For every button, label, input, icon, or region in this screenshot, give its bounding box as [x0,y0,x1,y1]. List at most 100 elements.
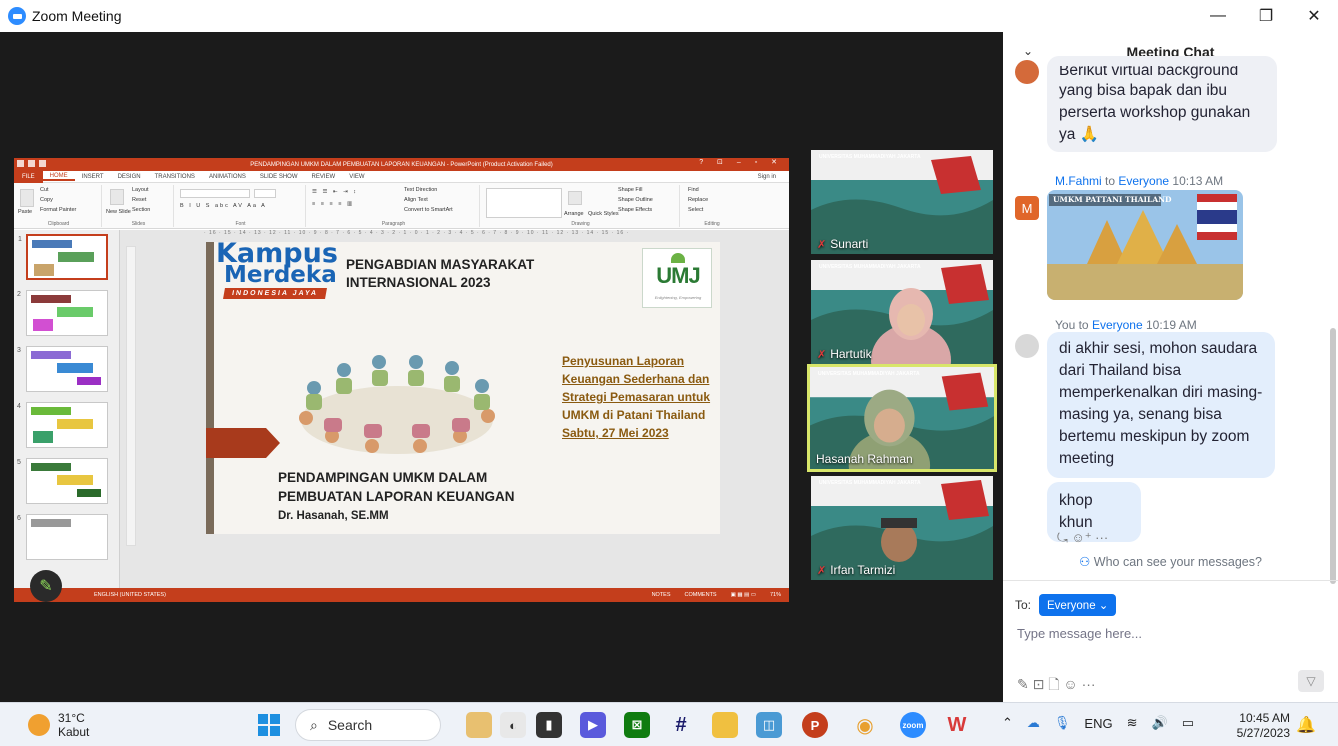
list-icons[interactable]: ☰ ☰ ⇤ ⇥ ↕ [312,189,358,195]
format-painter-button[interactable]: Format Painter [40,207,76,213]
photos-icon[interactable]: ◫ [756,712,782,738]
text-direction-button[interactable]: Text Direction [404,187,437,193]
arrange-icon[interactable] [568,191,582,205]
clock[interactable]: 10:45 AM 5/27/2023 [1226,711,1290,741]
minimize-button[interactable]: — [1194,0,1242,32]
cut-button[interactable]: Cut [40,187,49,193]
slide-thumbnail[interactable]: 3 [17,346,108,392]
chat-message[interactable]: di akhir sesi, mohon saudara dari Thaila… [1047,332,1275,478]
wifi-icon[interactable]: ≋ [1127,715,1138,731]
new-slide-button[interactable]: New Slide [106,209,131,215]
message-line: Berikut virtual background [1059,66,1239,79]
slide-thumbnail[interactable]: 1 [18,234,108,280]
align-text-button[interactable]: Align Text [404,197,428,203]
shape-effects-button[interactable]: Shape Effects [618,207,652,213]
meeting-chat-panel: ⌄ Meeting Chat Berikut virtual backgroun… [1003,32,1338,702]
weather-widget[interactable]: 31°C Kabut [28,711,89,739]
find-button[interactable]: Find [688,187,699,193]
reset-button[interactable]: Reset [132,197,146,203]
slide-thumbnail[interactable]: 5 [17,458,108,504]
paste-icon[interactable] [20,189,34,207]
participant-tile[interactable]: UNIVERSITAS MUHAMMADIYAH JAKARTA ✗ Sunart… [811,150,993,254]
message-reaction-icons[interactable]: ⤿ ☺⁺ ··· [1057,530,1108,546]
file-explorer-icon[interactable] [712,712,738,738]
message-sender: You to Everyone 10:19 AM [1055,318,1197,332]
sign-in-link[interactable]: Sign in [751,174,783,180]
windows-start-icon[interactable] [258,714,280,736]
quick-styles-button[interactable]: Quick Styles [588,211,619,217]
align-icons[interactable]: ≡ ≡ ≡ ≡ ▥ [312,201,354,207]
volume-icon[interactable]: 🔊 [1152,715,1168,731]
current-slide[interactable]: Kampus Merdeka INDONESIA JAYA PENGABDIAN… [206,242,720,534]
microphone-icon[interactable]: 🎙 [1054,715,1071,731]
tab-file[interactable]: FILE [14,170,43,183]
tab-review[interactable]: REVIEW [305,174,343,180]
slide-thumbnail[interactable]: 4 [17,402,108,448]
paste-button[interactable]: Paste [18,209,32,215]
tab-animations[interactable]: ANIMATIONS [202,174,253,180]
annotate-pen-button[interactable]: ✎ [30,570,62,602]
message-line: yang bisa bapak dan ibu [1059,82,1228,99]
shape-fill-button[interactable]: Shape Fill [618,187,642,193]
tab-transitions[interactable]: TRANSITIONS [148,174,202,180]
zoom-icon[interactable]: zoom [900,712,926,738]
recipient-dropdown[interactable]: Everyone ⌄ [1039,594,1117,616]
taskbar-search[interactable]: ⌕ Search [295,709,441,741]
zoom-level[interactable]: 71% [770,592,781,598]
wps-icon[interactable]: W [944,712,970,738]
new-slide-icon[interactable] [110,189,124,205]
convert-smartart-button[interactable]: Convert to SmartArt [404,207,453,213]
notification-icon[interactable]: 🔔 [1296,715,1316,735]
comments-button[interactable]: COMMENTS [685,592,717,598]
redo-icon [39,160,46,167]
tab-home[interactable]: HOME [42,173,75,181]
message-sender: M.Fahmi to Everyone 10:13 AM [1055,174,1224,188]
restore-button[interactable]: ❐ [1242,0,1290,32]
powerpoint-icon[interactable]: P [802,712,828,738]
chrome-icon[interactable]: ◉ [852,712,878,738]
mic-muted-icon: ✗ [817,238,827,251]
message-input[interactable]: Type message here... [1017,626,1142,641]
shapes-gallery[interactable] [486,188,562,218]
tab-slide-show[interactable]: SLIDE SHOW [253,174,305,180]
chat-image-message[interactable]: UMKM PATTANI THAILAND [1047,190,1243,300]
widgets-icon[interactable] [466,712,492,738]
arrange-button[interactable]: Arrange [564,211,584,217]
who-can-see-link[interactable]: ⚇ Who can see your messages? [1003,554,1338,569]
chat-toolbar-icons[interactable]: ✎ ⊡ 🗋 ☺ ··· [1017,674,1096,698]
tab-design[interactable]: DESIGN [111,174,148,180]
shared-screen-powerpoint[interactable]: PENDAMPINGAN UMKM DALAM PEMBUATAN LAPORA… [14,158,789,602]
tab-view[interactable]: VIEW [342,174,371,180]
font-format-icons[interactable]: B I U S abc AV Aa A [180,203,267,209]
notes-button[interactable]: NOTES [652,592,671,598]
cloud-icon[interactable]: ☁ [1027,715,1040,731]
shape-outline-button[interactable]: Shape Outline [618,197,653,203]
chat-divider [1003,580,1338,581]
section-button[interactable]: Section [132,207,150,213]
layout-button[interactable]: Layout [132,187,149,193]
select-button[interactable]: Select [688,207,703,213]
battery-icon[interactable]: ▭ [1182,715,1194,731]
font-name-box[interactable] [180,189,250,198]
chat-message[interactable]: Berikut virtual background yang bisa bap… [1047,56,1277,152]
task-view-icon[interactable]: ◐ [500,712,526,738]
onenote-icon[interactable]: # [668,712,694,738]
send-icon[interactable]: ▽ [1298,670,1324,692]
slide-thumbnail[interactable]: 2 [17,290,108,336]
app-icon[interactable]: ▮ [536,712,562,738]
chat-scrollbar[interactable] [1330,328,1336,584]
xbox-icon[interactable]: ⊠ [624,712,650,738]
participant-tile[interactable]: UNIVERSITAS MUHAMMADIYAH JAKARTA ✗ Irfan … [811,476,993,580]
view-icons[interactable]: ▣ ▦ ▤ ▭ [731,592,756,598]
participant-tile-active-speaker[interactable]: UNIVERSITAS MUHAMMADIYAH JAKARTA Hasanah… [807,364,997,472]
language-indicator[interactable]: ENG [1084,716,1112,731]
slide-thumbnail[interactable]: 6 [17,514,108,560]
chat-app-icon[interactable]: ▶ [580,712,606,738]
font-size-box[interactable] [254,189,276,198]
chevron-up-icon[interactable]: ⌃ [1002,715,1013,731]
tab-insert[interactable]: INSERT [75,174,111,180]
close-button[interactable]: ✕ [1290,0,1338,32]
copy-button[interactable]: Copy [40,197,53,203]
replace-button[interactable]: Replace [688,197,708,203]
participant-tile[interactable]: UNIVERSITAS MUHAMMADIYAH JAKARTA ✗ Hartut… [811,260,993,364]
